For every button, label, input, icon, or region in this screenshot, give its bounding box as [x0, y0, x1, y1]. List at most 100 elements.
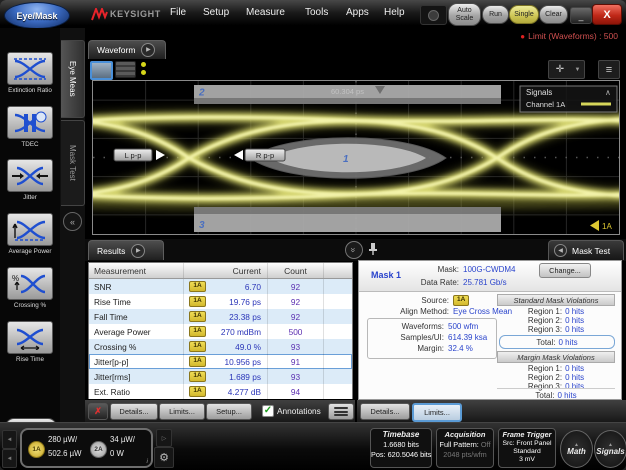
change-mask-button[interactable]: Change...: [539, 263, 591, 278]
mask-stats-box: Waveforms: 500 wfm Samples/UI: 614.39 ks…: [367, 318, 497, 359]
annotation-table-icon[interactable]: [328, 403, 354, 420]
table-row-snr[interactable]: SNR 1A 6.70 92: [89, 279, 352, 294]
mask-test-footer: Details... Limits...: [357, 400, 626, 422]
clear-button[interactable]: Clear: [539, 5, 568, 24]
annotations-checkbox[interactable]: ✓: [262, 405, 274, 417]
sidebar-item-tdec[interactable]: TDEC: [0, 106, 60, 148]
menu-help[interactable]: Help: [384, 7, 405, 18]
results-play-icon[interactable]: ▶: [131, 244, 145, 258]
menu-apps[interactable]: Apps: [346, 7, 369, 18]
col-source[interactable]: [184, 263, 212, 278]
signals-label: Signals: [596, 447, 624, 456]
channel-2a-icon[interactable]: 2A: [90, 441, 107, 458]
channel-level-marker[interactable]: 1A: [590, 220, 612, 231]
results-table: Measurement Current Count SNR 1A 6.70 92…: [88, 262, 353, 399]
single-view-icon[interactable]: [90, 61, 113, 80]
table-row-jitter-pp[interactable]: Jitter[p-p] 1A 10.956 ps 91: [89, 354, 352, 369]
waveform-play-icon[interactable]: ▶: [141, 43, 155, 57]
trigger-level: 3 mV: [499, 456, 555, 463]
sidebar-item-average-power[interactable]: Average Power: [0, 213, 60, 255]
math-button[interactable]: ▲ Math: [560, 430, 593, 468]
pan-zoom-icon[interactable]: ✛: [548, 60, 572, 79]
screenshot-camera-icon[interactable]: [420, 5, 447, 25]
channel-panel[interactable]: 1A 280 µW/ 502.6 µW 2A 34 µW/ 0 W i: [20, 428, 153, 468]
sidebar-item-rise-time[interactable]: Rise Time: [0, 321, 60, 363]
auto-scale-button[interactable]: Auto Scale: [448, 3, 481, 26]
marker-r-pp[interactable]: R p-p: [234, 149, 285, 161]
minimize-button[interactable]: –: [570, 7, 592, 24]
marker-dot-icon[interactable]: [141, 70, 146, 75]
limits-button[interactable]: Limits...: [159, 403, 205, 420]
tab-waveform[interactable]: Waveform ▶: [88, 40, 166, 59]
marker-l-pp[interactable]: L p-p: [114, 149, 165, 161]
channel-settings-gear-icon[interactable]: ⚙: [154, 447, 174, 468]
frame-trigger-panel[interactable]: Frame Trigger Src: Front Panel Standard …: [498, 428, 556, 468]
sidebar-label: Jitter: [0, 194, 60, 201]
delete-measurement-button[interactable]: ✗: [88, 403, 108, 420]
close-button[interactable]: X: [592, 4, 622, 25]
status-bar: ◄ ◄ 1A 280 µW/ 502.6 µW 2A 34 µW/ 0 W i …: [0, 422, 626, 470]
current-value: 10.956 ps: [212, 354, 268, 369]
align-method-label: Align Method:: [359, 307, 449, 316]
table-row-crossing[interactable]: Crossing % 1A 49.0 % 93: [89, 339, 352, 354]
signals-legend[interactable]: Signals ∧ Channel 1A: [520, 86, 617, 112]
grid-view-icon[interactable]: [115, 61, 136, 78]
results-footer: ✗ Details... Limits... Setup... ✓ Annota…: [85, 400, 355, 422]
col-current[interactable]: Current: [212, 263, 268, 278]
timebase-panel[interactable]: Timebase 1.6680 bits Pos: 620.5046 bits: [370, 428, 432, 468]
mode-button-eye-mask[interactable]: Eye/Mask: [4, 2, 70, 29]
pan-dropdown-icon[interactable]: ▼: [571, 60, 585, 79]
mask-back-icon[interactable]: ◀: [554, 244, 567, 257]
col-count[interactable]: Count: [268, 263, 324, 278]
table-row-average-power[interactable]: Average Power 1A 270 mdBm 500: [89, 324, 352, 339]
mask-limits-button[interactable]: Limits...: [412, 403, 462, 422]
menu-file[interactable]: File: [170, 7, 186, 18]
tab-results[interactable]: Results ▶: [88, 240, 164, 260]
menu-tools[interactable]: Tools: [305, 7, 328, 18]
single-button[interactable]: Single: [509, 5, 539, 24]
mask-region-top[interactable]: 2 60.304 ps: [194, 85, 501, 104]
col-measurement[interactable]: Measurement: [89, 263, 184, 278]
eye-diagram-display[interactable]: 2 60.304 ps 3 1 L p-p: [92, 80, 620, 235]
acquisition-panel[interactable]: Acquisition Full Pattern: Off 2048 pts/w…: [436, 428, 494, 468]
measurement-name: Ext. Ratio: [89, 384, 184, 399]
scroll-left-2-icon[interactable]: ◄: [2, 449, 17, 468]
table-row-rise-time[interactable]: Rise Time 1A 19.76 ps 92: [89, 294, 352, 309]
setup-button[interactable]: Setup...: [206, 403, 252, 420]
menu-setup[interactable]: Setup: [203, 7, 229, 18]
standard-total[interactable]: Total:0 hits: [499, 335, 615, 349]
marker-dot-icon[interactable]: [141, 62, 146, 67]
scroll-left-icon[interactable]: ◄: [2, 430, 17, 449]
menu-measure[interactable]: Measure: [246, 7, 285, 18]
measurement-name: Fall Time: [89, 309, 184, 324]
svg-text:1: 1: [343, 154, 349, 165]
mask-region-bottom[interactable]: 3: [194, 207, 501, 232]
table-row-fall-time[interactable]: Fall Time 1A 23.38 ps 92: [89, 309, 352, 324]
run-button[interactable]: Run: [482, 5, 509, 24]
tab-eye-meas[interactable]: Eye Meas: [61, 40, 85, 118]
current-value: 4.277 dB: [212, 384, 268, 399]
channel-1a-icon[interactable]: 1A: [28, 441, 45, 458]
sidebar-collapse-icon[interactable]: «: [63, 212, 82, 231]
collapse-results-icon[interactable]: »: [345, 241, 363, 259]
sidebar-item-jitter[interactable]: Jitter: [0, 159, 60, 201]
source-badge: 1A: [189, 296, 205, 307]
table-row-ext-ratio[interactable]: Ext. Ratio 1A 4.277 dB 94: [89, 384, 352, 399]
sidebar-item-extinction-ratio[interactable]: Extinction Ratio: [0, 52, 60, 94]
pin-icon[interactable]: [368, 242, 378, 256]
mask-details-button[interactable]: Details...: [360, 403, 410, 420]
waveforms-label: Waveforms:: [368, 322, 444, 331]
data-rate-value: 25.781 Gb/s: [463, 278, 507, 287]
signals-button[interactable]: ▲ Signals: [594, 430, 626, 468]
details-button[interactable]: Details...: [110, 403, 158, 420]
tab-mask-test[interactable]: Mask Test: [61, 120, 85, 206]
display-menu-icon[interactable]: ≡: [598, 60, 620, 79]
sidebar-item-crossing[interactable]: % Crossing %: [0, 267, 60, 309]
extinction-ratio-icon: [7, 52, 53, 85]
table-row-jitter-rms[interactable]: Jitter[rms] 1A 1.689 ps 93: [89, 369, 352, 384]
current-value: 1.689 ps: [212, 369, 268, 384]
mgn-region-1: Region 1:0 hits: [497, 364, 615, 373]
scroll-right-icon[interactable]: ▷: [156, 429, 172, 447]
legend-collapse-icon[interactable]: ∧: [605, 88, 611, 97]
tab-mask-test-panel[interactable]: ◀ Mask Test: [548, 240, 624, 260]
